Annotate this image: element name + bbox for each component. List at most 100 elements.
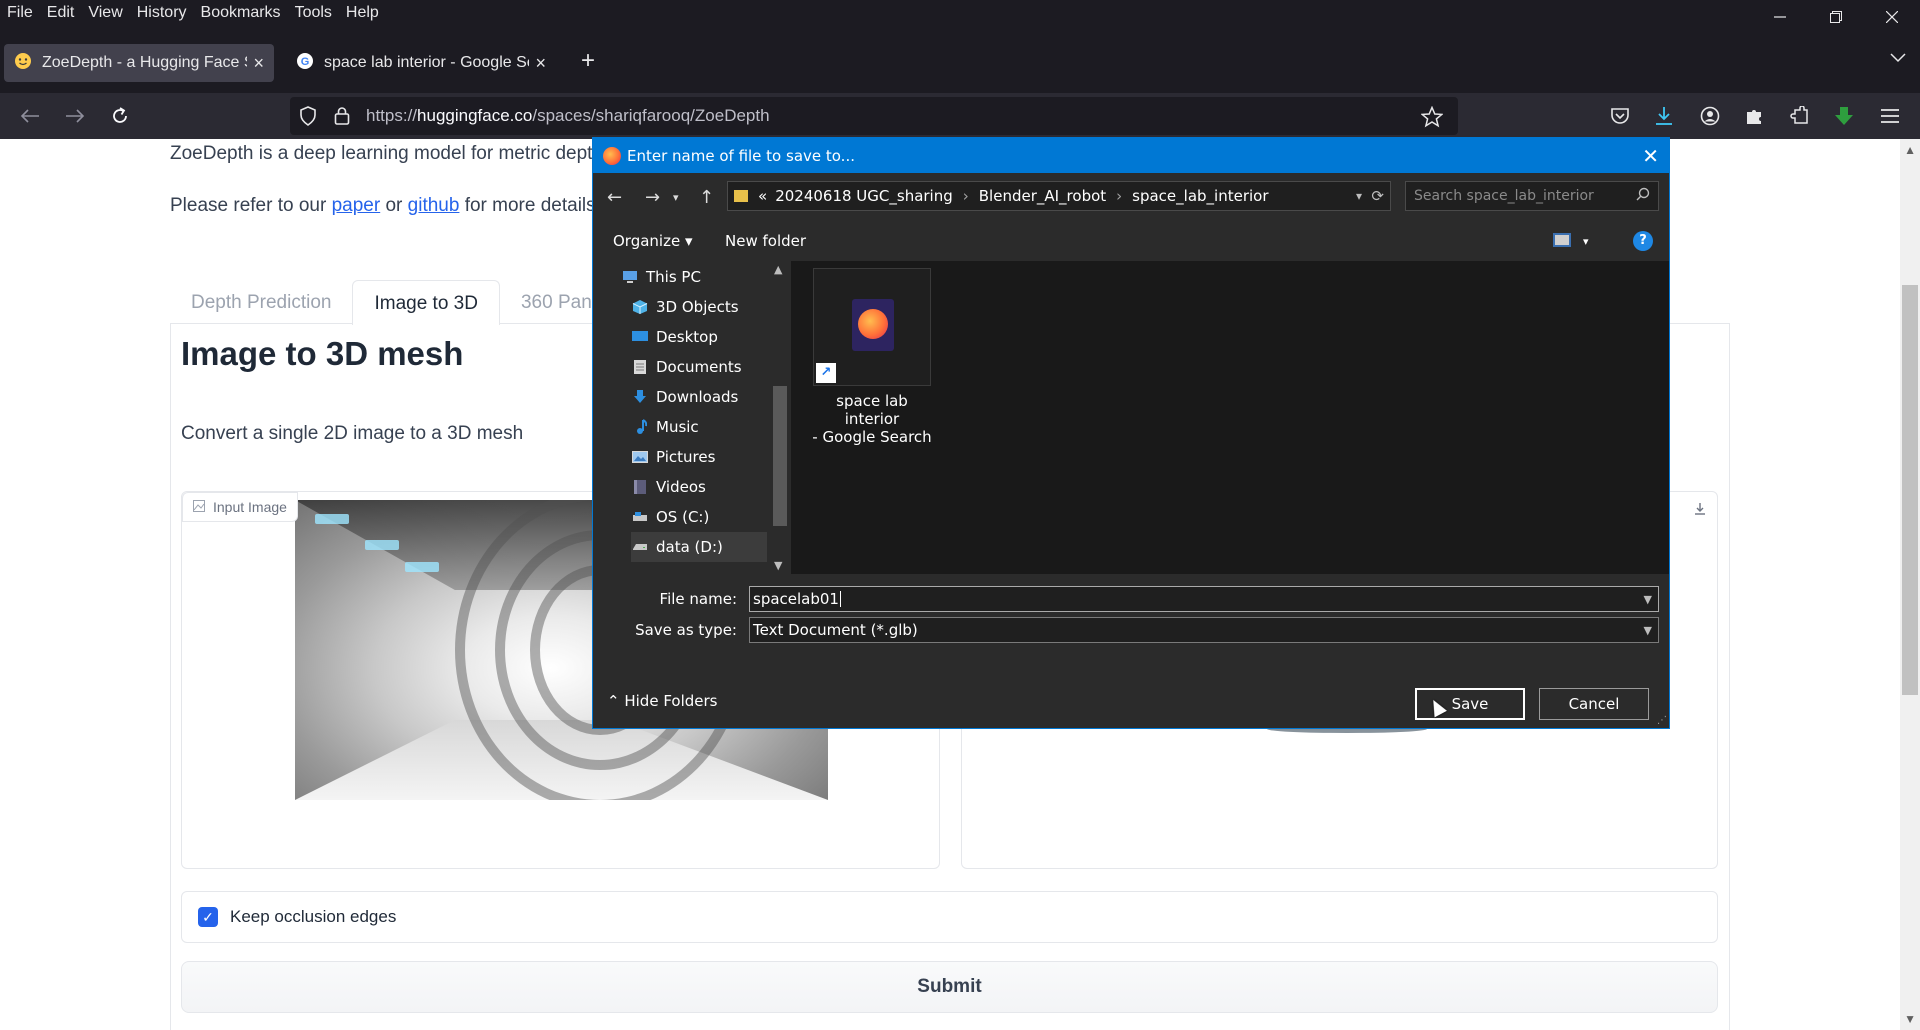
file-name-value: spacelab01	[753, 590, 839, 608]
menu-bookmarks[interactable]: Bookmarks	[194, 4, 288, 22]
nav-item-this-pc[interactable]: This PC	[621, 262, 701, 292]
page-description: Convert a single 2D image to a 3D mesh	[181, 423, 524, 444]
scroll-down-icon[interactable]: ▼	[774, 559, 782, 572]
menu-tools[interactable]: Tools	[288, 4, 339, 22]
close-tab-icon[interactable]: ×	[253, 53, 264, 74]
new-tab-icon[interactable]: +	[575, 48, 601, 74]
downloads-icon[interactable]	[1652, 104, 1676, 128]
intro-suffix: for more details	[459, 195, 596, 216]
hide-folders-label: Hide Folders	[624, 692, 718, 710]
page-scrollbar-thumb[interactable]	[1902, 285, 1918, 695]
page-scrollbar[interactable]: ▲ ▼	[1900, 139, 1920, 1030]
url-bar[interactable]: https://huggingface.co/spaces/shariqfaro…	[290, 97, 1458, 135]
help-icon[interactable]: ?	[1633, 231, 1653, 251]
nav-item-documents[interactable]: Documents	[631, 352, 742, 382]
menu-edit[interactable]: Edit	[40, 4, 82, 22]
view-dropdown-icon[interactable]: ▾	[1583, 235, 1589, 248]
refresh-icon[interactable]: ⟳	[1371, 187, 1384, 205]
file-name-dropdown-icon[interactable]: ▼	[1644, 593, 1652, 606]
navigation-bar: https://huggingface.co/spaces/shariqfaro…	[0, 93, 1920, 139]
nav-item-label: data (D:)	[656, 538, 723, 556]
tab-zoedepth[interactable]: ZoeDepth - a Hugging Face Sp ×	[4, 44, 274, 82]
path-segment[interactable]: space_lab_interior	[1132, 187, 1268, 205]
path-segment[interactable]: 20240618 UGC_sharing	[775, 187, 953, 205]
close-tab-icon[interactable]: ×	[535, 53, 546, 74]
folder-search-input[interactable]: Search space_lab_interior	[1405, 181, 1659, 211]
music-icon	[631, 419, 649, 435]
nav-item-pictures[interactable]: Pictures	[631, 442, 715, 472]
dialog-title: Enter name of file to save to...	[627, 146, 855, 165]
text-caret	[839, 591, 841, 607]
update-download-icon[interactable]	[1832, 104, 1856, 128]
tab-image-to-3d[interactable]: Image to 3D	[352, 280, 500, 325]
nav-item-3d-objects[interactable]: 3D Objects	[631, 292, 739, 322]
nav-item-downloads[interactable]: Downloads	[631, 382, 738, 412]
pocket-icon[interactable]	[1608, 104, 1632, 128]
path-overflow[interactable]: «	[758, 187, 767, 205]
file-name-label: File name:	[659, 590, 737, 608]
up-folder-icon[interactable]: ↑	[699, 187, 714, 208]
restore-icon[interactable]	[1808, 0, 1864, 34]
scroll-up-icon[interactable]: ▲	[774, 263, 782, 276]
download-model-icon[interactable]	[1695, 502, 1705, 518]
cancel-button[interactable]: Cancel	[1539, 688, 1649, 720]
bookmark-star-icon[interactable]	[1420, 105, 1444, 133]
account-icon[interactable]	[1698, 104, 1722, 128]
tab-google-search[interactable]: G space lab interior - Google Sea ×	[286, 44, 556, 82]
hamburger-menu-icon[interactable]	[1878, 104, 1902, 128]
save-as-type-dropdown-icon[interactable]: ▼	[1644, 624, 1652, 637]
input-image-label-text: Input Image	[213, 499, 287, 515]
page-tabs: Depth Prediction Image to 3D 360 Pano	[170, 280, 623, 325]
hide-folders-button[interactable]: ⌃ Hide Folders	[607, 692, 718, 710]
lock-icon[interactable]	[334, 106, 350, 131]
path-breadcrumb[interactable]: « 20240618 UGC_sharing › Blender_AI_robo…	[727, 181, 1391, 211]
view-options-icon[interactable]	[1553, 233, 1571, 247]
recent-locations-icon[interactable]: ▾	[673, 191, 679, 204]
path-segment[interactable]: Blender_AI_robot	[979, 187, 1106, 205]
path-dropdown-icon[interactable]: ▾	[1356, 189, 1362, 203]
dialog-close-icon[interactable]: ✕	[1642, 144, 1659, 168]
google-icon: G	[296, 52, 314, 75]
file-item-shortcut[interactable]: ↗ space lab interior - Google Search	[810, 268, 934, 446]
organize-button[interactable]: Organize ▾	[613, 232, 693, 250]
submit-button[interactable]: Submit	[181, 961, 1718, 1013]
new-folder-button[interactable]: New folder	[725, 232, 806, 250]
nav-pane-scrollbar-thumb[interactable]	[773, 386, 787, 526]
close-window-icon[interactable]	[1864, 0, 1920, 34]
nav-item-os-c[interactable]: OS (C:)	[631, 502, 709, 532]
shortcut-arrow-icon: ↗	[816, 363, 836, 383]
keep-occlusion-edges-row[interactable]: ✓ Keep occlusion edges	[181, 891, 1718, 943]
search-icon	[1636, 187, 1650, 205]
shield-icon[interactable]	[299, 106, 317, 131]
image-icon	[193, 499, 205, 515]
paper-link[interactable]: paper	[332, 195, 381, 216]
nav-item-videos[interactable]: Videos	[631, 472, 706, 502]
scroll-up-icon[interactable]: ▲	[1904, 143, 1916, 157]
forward-icon[interactable]	[60, 101, 90, 131]
keep-occlusion-edges-checkbox[interactable]: ✓	[198, 907, 218, 927]
nav-item-label: Videos	[656, 478, 706, 496]
reload-icon[interactable]	[105, 101, 135, 131]
extensions-icon[interactable]	[1788, 104, 1812, 128]
nav-item-music[interactable]: Music	[631, 412, 699, 442]
dialog-forward-icon[interactable]: →	[645, 187, 660, 208]
extension-puzzle-icon[interactable]	[1742, 104, 1766, 128]
scroll-down-icon[interactable]: ▼	[1904, 1012, 1916, 1026]
back-icon[interactable]	[15, 101, 45, 131]
menu-help[interactable]: Help	[339, 4, 386, 22]
resize-grip-icon[interactable]: ⋰	[1657, 715, 1667, 726]
url-path: /spaces/shariqfarooq/ZoeDepth	[532, 106, 770, 125]
menu-history[interactable]: History	[130, 4, 194, 22]
dialog-back-icon[interactable]: ←	[607, 187, 622, 208]
menu-file[interactable]: File	[0, 4, 40, 22]
nav-item-desktop[interactable]: Desktop	[631, 322, 718, 352]
tab-depth-prediction[interactable]: Depth Prediction	[170, 280, 352, 325]
minimize-icon[interactable]	[1752, 0, 1808, 34]
page-title: Image to 3D mesh	[181, 335, 464, 372]
github-link[interactable]: github	[408, 195, 460, 216]
list-all-tabs-icon[interactable]	[1890, 50, 1906, 68]
file-name-input[interactable]: spacelab01 ▼	[749, 586, 1659, 612]
save-as-type-select[interactable]: Text Document (*.glb) ▼	[749, 617, 1659, 643]
nav-pane-scrollbar[interactable]: ▲ ▼	[767, 261, 791, 574]
menu-view[interactable]: View	[81, 4, 129, 22]
